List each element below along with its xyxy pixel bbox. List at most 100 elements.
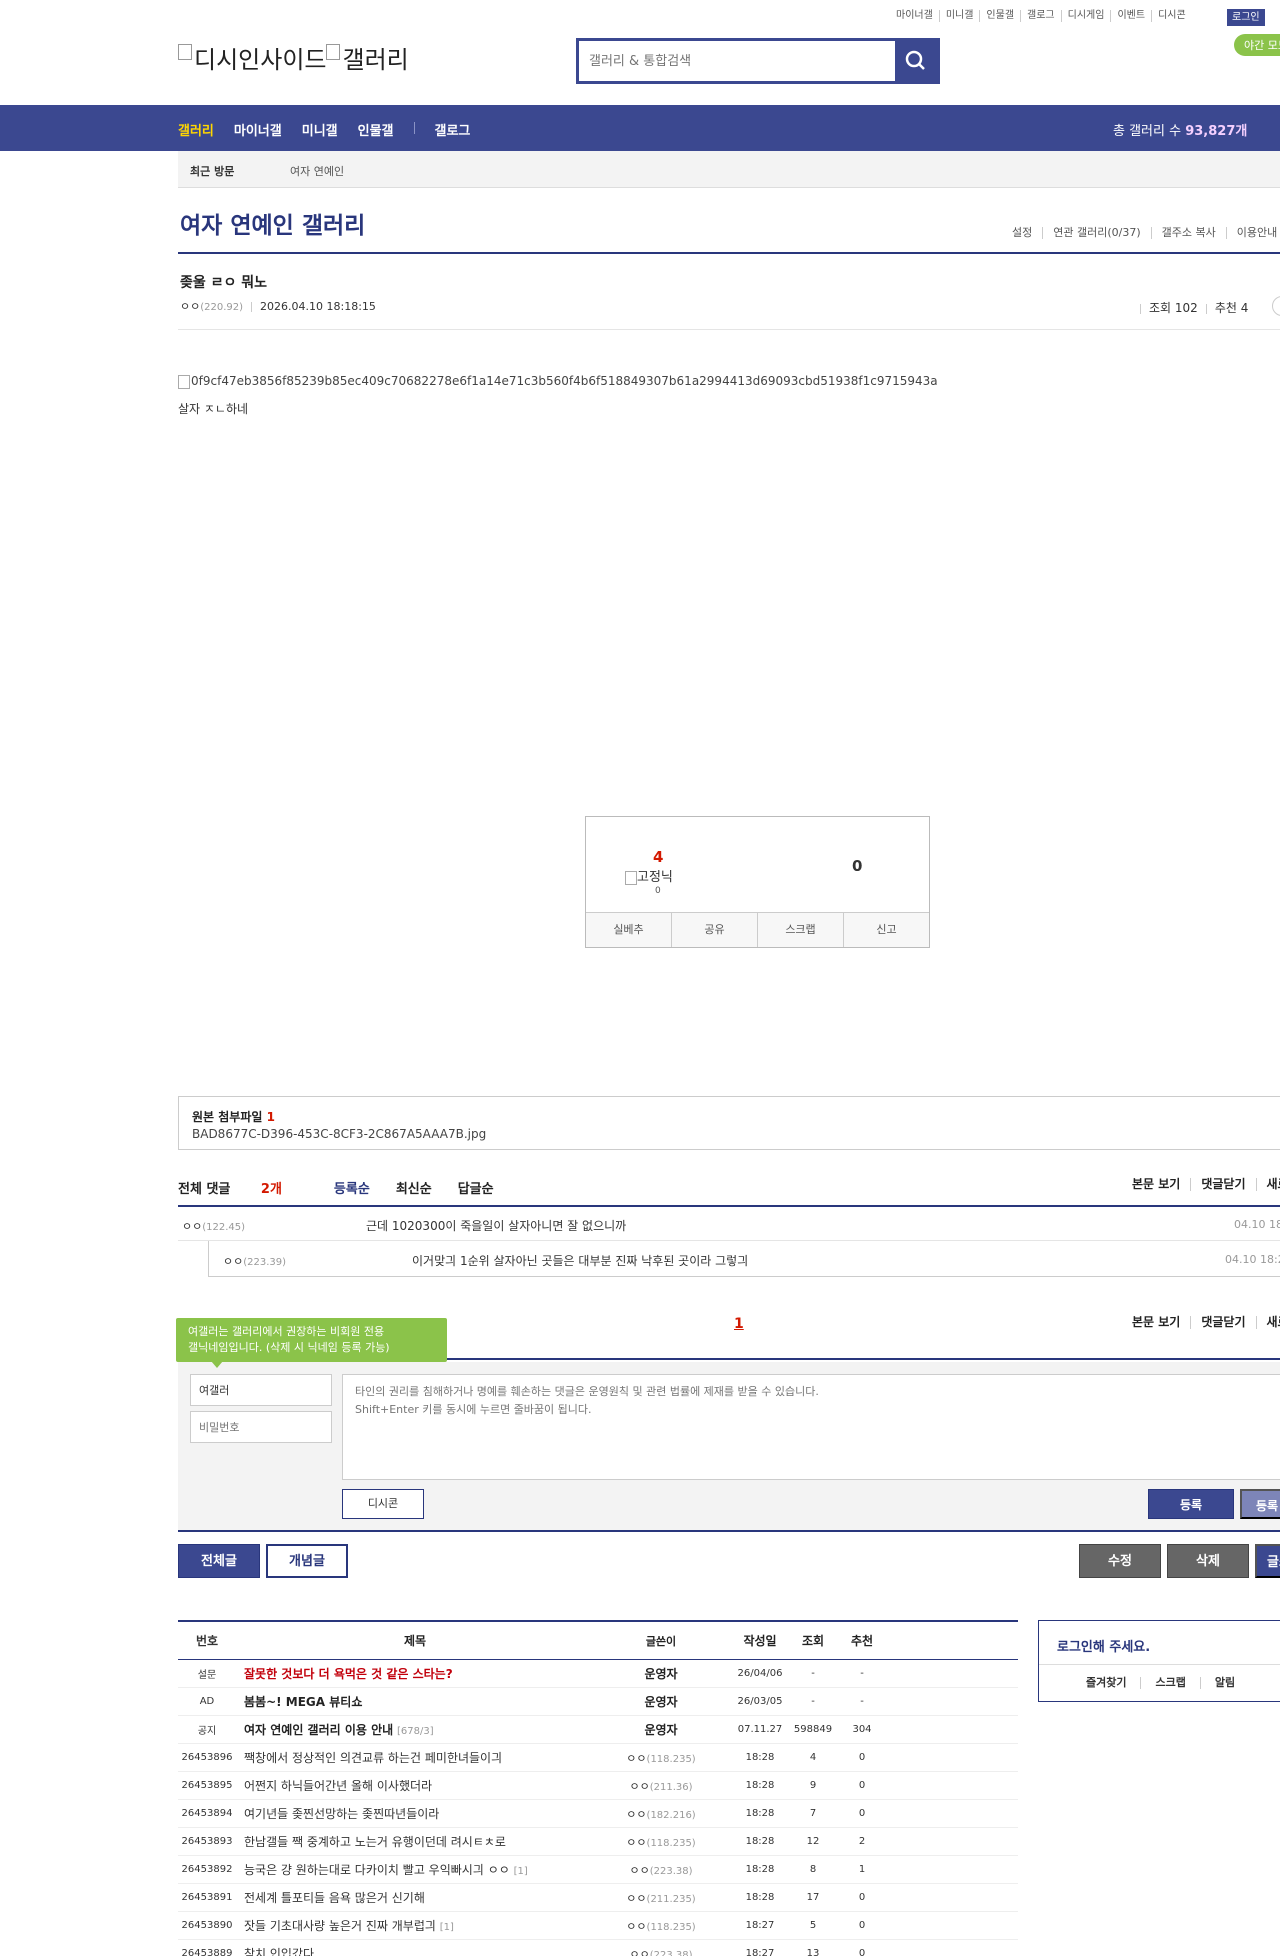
scrap-link[interactable]: 스크랩 — [1155, 1677, 1201, 1689]
table-row[interactable]: 26453890 잣들 기초대사량 높은거 진짜 개부럽긔 [1] ㅇㅇ(118.2… — [178, 1912, 1018, 1940]
row-subject-text[interactable]: 전세계 틀포티들 음욕 많은거 신기해 — [244, 1891, 425, 1905]
row-writer[interactable]: ㅇㅇ(223.38) — [594, 1862, 728, 1878]
nickname-input[interactable] — [190, 1374, 332, 1406]
comment-submit-recommend-button[interactable]: 등록+추천 — [1240, 1489, 1280, 1543]
row-subject[interactable]: 봄봄~! MEGA 뷰티쇼 — [236, 1693, 594, 1710]
row-subject-text[interactable]: 능국은 걍 원하는대로 다카이치 빨고 우익빠시긔 ㅇㅇ — [244, 1863, 510, 1877]
login-box-title[interactable]: 로그인해 주세요. — [1057, 1636, 1150, 1655]
row-subject-text[interactable]: 어쩐지 하닉들어간년 올해 이사했더라 — [244, 1779, 432, 1793]
sort-latest[interactable]: 최신순 — [396, 1178, 432, 1197]
close-comments-link[interactable]: 댓글닫기 — [1190, 1178, 1255, 1191]
row-writer[interactable]: ㅇㅇ(118.235) — [594, 1918, 728, 1934]
view-post-link[interactable]: 본문 보기 — [1122, 1178, 1190, 1191]
comment-page-1[interactable]: 1 — [734, 1316, 744, 1332]
row-writer[interactable]: ㅇㅇ(118.235) — [594, 1750, 728, 1766]
row-comment-count[interactable]: [1] — [514, 1866, 528, 1877]
share-button[interactable]: 공유 — [672, 913, 758, 947]
delete-button[interactable]: 삭제 — [1167, 1544, 1249, 1578]
comment-nick[interactable]: ㅇㅇ(122.45) — [182, 1218, 245, 1234]
row-subject[interactable]: 여자 연예인 갤러리 이용 안내 [678/3] — [236, 1721, 594, 1738]
row-writer[interactable]: 운영자 — [594, 1693, 728, 1710]
row-comment-count[interactable]: [678/3] — [397, 1726, 434, 1737]
top-link-person[interactable]: 인물갤 — [979, 10, 1020, 22]
recent-visit-label[interactable]: 최근 방문 — [190, 163, 234, 179]
row-subject[interactable]: 능국은 걍 원하는대로 다카이치 빨고 우익빠시긔 ㅇㅇ [1] — [236, 1861, 594, 1878]
search-input[interactable] — [579, 41, 895, 81]
table-row[interactable]: 26453895 어쩐지 하닉들어간년 올해 이사했더라 ㅇㅇ(211.36) 18… — [178, 1772, 1018, 1800]
row-subject[interactable]: 전세계 틀포티들 음욕 많은거 신기해 — [236, 1889, 594, 1906]
search-button[interactable] — [895, 41, 937, 81]
concept-posts-button[interactable]: 개념글 — [266, 1544, 348, 1578]
table-row[interactable]: 26453889 참치 인입갔다 ㅇㅇ(223.38) 18:27 13 0 — [178, 1940, 1018, 1956]
row-writer[interactable]: ㅇㅇ(211.36) — [594, 1778, 728, 1794]
night-mode-toggle[interactable]: 야간 모드 — [1234, 34, 1280, 56]
table-row[interactable]: 26453893 한남갤들 짹 중계하고 노는거 유행이던데 려시ㅌㅊ로 ㅇㅇ(1… — [178, 1828, 1018, 1856]
top-link-mini[interactable]: 미니갤 — [938, 10, 980, 22]
fixnick-recommend-button[interactable]: 고정닉 — [625, 866, 673, 885]
refresh-link-bottom[interactable]: 새로고침 — [1255, 1316, 1280, 1329]
top-link-minor[interactable]: 마이너갤 — [890, 10, 939, 22]
site-logo[interactable]: 디시인사이드 갤러리 — [178, 40, 409, 75]
refresh-link[interactable]: 새로고침 — [1255, 1178, 1280, 1191]
row-subject[interactable]: 잣들 기초대사량 높은거 진짜 개부럽긔 [1] — [236, 1917, 594, 1934]
share-icon[interactable] — [1272, 296, 1280, 316]
table-row[interactable]: 26453894 여기년들 좆찐선망하는 좆찐따년들이라 ㅇㅇ(182.216) 1… — [178, 1800, 1018, 1828]
row-comment-count[interactable]: [1] — [440, 1922, 454, 1933]
close-comments-link-bottom[interactable]: 댓글닫기 — [1190, 1316, 1255, 1329]
scrap-button[interactable]: 스크랩 — [758, 913, 844, 947]
dccon-button[interactable]: 디시콘 — [342, 1489, 424, 1519]
row-subject-text[interactable]: 여기년들 좆찐선망하는 좆찐따년들이라 — [244, 1807, 439, 1821]
table-row[interactable]: 26453896 짹창에서 정상적인 의견교류 하는건 페미한녀들이긔 ㅇㅇ(11… — [178, 1744, 1018, 1772]
table-row[interactable]: 26453891 전세계 틀포티들 음욕 많은거 신기해 ㅇㅇ(211.235) 1… — [178, 1884, 1018, 1912]
realbest-button[interactable]: 실베추 — [586, 913, 672, 947]
row-writer[interactable]: ㅇㅇ(223.38) — [594, 1946, 728, 1956]
row-subject-text[interactable]: 잘못한 것보다 더 욕먹은 것 같은 스타는? — [244, 1667, 453, 1681]
post-image[interactable]: 0f9cf47eb3856f85239b85ec409c70682278e6f1… — [178, 374, 938, 389]
row-subject[interactable]: 여기년들 좆찐선망하는 좆찐따년들이라 — [236, 1805, 594, 1822]
top-link-event[interactable]: 이벤트 — [1110, 10, 1151, 22]
row-subject[interactable]: 한남갤들 짹 중계하고 노는거 유행이던데 려시ㅌㅊ로 — [236, 1833, 594, 1850]
view-post-link-bottom[interactable]: 본문 보기 — [1122, 1316, 1190, 1329]
row-subject[interactable]: 어쩐지 하닉들어간년 올해 이사했더라 — [236, 1777, 594, 1794]
nav-gallog[interactable]: 갤로그 — [435, 120, 471, 139]
row-writer[interactable]: ㅇㅇ(211.235) — [594, 1890, 728, 1906]
settings-link[interactable]: 설정 — [1002, 227, 1042, 239]
report-button[interactable]: 신고 — [844, 913, 929, 947]
nav-person[interactable]: 인물갤 — [358, 120, 394, 139]
row-subject-text[interactable]: 잣들 기초대사량 높은거 진짜 개부럽긔 — [244, 1919, 436, 1933]
attachment-file-link[interactable]: BAD8677C-D396-453C-8CF3-2C867A5AAA7B.jpg — [192, 1127, 486, 1141]
table-row[interactable]: 26453892 능국은 걍 원하는대로 다카이치 빨고 우익빠시긔 ㅇㅇ [1]… — [178, 1856, 1018, 1884]
related-gallery-link[interactable]: 연관 갤러리(0/37) — [1042, 227, 1150, 239]
reply-nick[interactable]: ㅇㅇ(223.39) — [223, 1253, 286, 1269]
sort-registered[interactable]: 등록순 — [334, 1178, 370, 1197]
favorites-link[interactable]: 즐겨찾기 — [1086, 1677, 1142, 1689]
copy-address-link[interactable]: 갤주소 복사 — [1150, 227, 1226, 239]
recent-visit-item[interactable]: 여자 연예인 — [290, 163, 344, 179]
write-button[interactable]: 글쓰기 — [1255, 1544, 1280, 1604]
notification-link[interactable]: 알림 — [1215, 1677, 1249, 1689]
all-posts-button[interactable]: 전체글 — [178, 1544, 260, 1578]
top-link-dcgame[interactable]: 디시게임 — [1060, 10, 1111, 22]
comment-textarea[interactable] — [342, 1374, 1280, 1480]
login-button[interactable]: 로그인 — [1227, 9, 1265, 26]
row-writer[interactable]: 운영자 — [594, 1665, 728, 1682]
row-subject-text[interactable]: 참치 인입갔다 — [244, 1947, 314, 1956]
sort-replies[interactable]: 답글순 — [458, 1178, 494, 1197]
row-subject[interactable]: 짹창에서 정상적인 의견교류 하는건 페미한녀들이긔 — [236, 1749, 594, 1766]
nav-minor[interactable]: 마이너갤 — [234, 120, 282, 139]
table-row[interactable]: AD 봄봄~! MEGA 뷰티쇼 운영자 26/03/05 - - — [178, 1688, 1018, 1716]
recommend-down-count[interactable]: 0 — [852, 857, 862, 875]
password-input[interactable] — [190, 1411, 332, 1443]
table-row[interactable]: 설문 잘못한 것보다 더 욕먹은 것 같은 스타는? 운영자 26/04/06 - - — [178, 1660, 1018, 1688]
nav-gallery[interactable]: 갤러리 — [178, 120, 214, 139]
row-subject-text[interactable]: 여자 연예인 갤러리 이용 안내 — [244, 1723, 393, 1737]
table-row[interactable]: 공지 여자 연예인 갤러리 이용 안내 [678/3] 운영자 07.11.27 598… — [178, 1716, 1018, 1744]
comment-submit-button[interactable]: 등록 — [1148, 1489, 1234, 1519]
top-link-gallog[interactable]: 갤로그 — [1020, 10, 1061, 22]
row-writer[interactable]: ㅇㅇ(118.235) — [594, 1834, 728, 1850]
row-subject-text[interactable]: 한남갤들 짹 중계하고 노는거 유행이던데 려시ㅌㅊ로 — [244, 1835, 506, 1849]
top-link-dccon[interactable]: 디시콘 — [1151, 10, 1192, 22]
usage-guide-link[interactable]: 이용안내 — [1225, 227, 1280, 239]
row-writer[interactable]: 운영자 — [594, 1721, 728, 1738]
edit-button[interactable]: 수정 — [1079, 1544, 1161, 1578]
